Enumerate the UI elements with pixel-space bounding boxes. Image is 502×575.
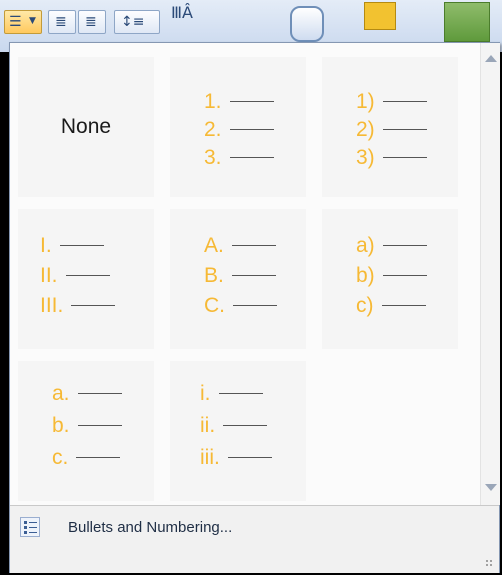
list-item: C.: [204, 295, 277, 316]
list-item: c): [356, 295, 426, 316]
list-item: 3): [356, 147, 427, 168]
numbering-option-alpha-upper[interactable]: A. B. C.: [170, 209, 306, 349]
list-item: i.: [200, 383, 263, 404]
bullet-list-icon: [20, 517, 40, 537]
increase-indent-icon: ≣: [85, 14, 97, 30]
gallery-scrollbar[interactable]: [480, 43, 500, 505]
line-spacing-button[interactable]: ↕≡: [114, 10, 160, 34]
list-item: III.: [40, 295, 116, 316]
list-item: A.: [204, 235, 276, 256]
none-label: None: [60, 115, 112, 138]
list-item: 2.: [204, 119, 274, 140]
increase-indent-button[interactable]: ≣: [78, 10, 106, 34]
numbering-icon: ☰: [9, 14, 22, 30]
numbering-option-1-paren[interactable]: 1) 2) 3): [322, 57, 458, 197]
text-direction-button[interactable]: ⅢÂ: [166, 2, 212, 32]
numbering-option-alpha-lower-period[interactable]: a. b. c.: [18, 361, 154, 501]
numbering-option-alpha-lower-paren[interactable]: a) b) c): [322, 209, 458, 349]
list-item: 1): [356, 91, 427, 112]
scroll-up-icon[interactable]: [485, 55, 497, 62]
list-item: 1.: [204, 91, 274, 112]
numbering-gallery: None 1. 2. 3. 1) 2) 3) I. II. III. A. B.…: [10, 43, 480, 505]
numbering-button[interactable]: ☰ ▼: [4, 10, 42, 34]
decrease-indent-icon: ≣: [55, 14, 67, 30]
list-item: I.: [40, 235, 104, 256]
arrange-icon[interactable]: [364, 2, 396, 30]
bullets-and-numbering-command[interactable]: Bullets and Numbering...: [10, 506, 499, 550]
numbering-option-1-period[interactable]: 1. 2. 3.: [170, 57, 306, 197]
numbering-none-option[interactable]: None: [18, 57, 154, 197]
dropdown-arrow-icon[interactable]: ▼: [29, 17, 36, 26]
list-item: II.: [40, 265, 110, 286]
list-item: a.: [52, 383, 122, 404]
list-item: ii.: [200, 415, 268, 436]
list-item: 3.: [204, 147, 274, 168]
scroll-down-icon[interactable]: [485, 484, 497, 491]
quick-styles-icon[interactable]: [444, 2, 490, 42]
list-item: b.: [52, 415, 122, 436]
list-item: b): [356, 265, 427, 286]
list-item: B.: [204, 265, 276, 286]
list-item: a): [356, 235, 427, 256]
decrease-indent-button[interactable]: ≣: [48, 10, 76, 34]
numbering-dropdown: None 1. 2. 3. 1) 2) 3) I. II. III. A. B.…: [9, 42, 500, 573]
list-item: 2): [356, 119, 427, 140]
list-item: c.: [52, 447, 121, 468]
text-direction-icon: ⅢÂ: [171, 3, 193, 22]
resize-grip-icon[interactable]: [485, 559, 493, 567]
list-item: iii.: [200, 447, 272, 468]
numbering-option-roman-upper[interactable]: I. II. III.: [18, 209, 154, 349]
line-spacing-icon: ↕≡: [121, 14, 145, 30]
numbering-option-roman-lower[interactable]: i. ii. iii.: [170, 361, 306, 501]
dropdown-footer: Bullets and Numbering...: [10, 505, 499, 573]
bullets-and-numbering-label: Bullets and Numbering...: [68, 519, 233, 536]
shape-cylinder-icon[interactable]: [290, 6, 324, 42]
